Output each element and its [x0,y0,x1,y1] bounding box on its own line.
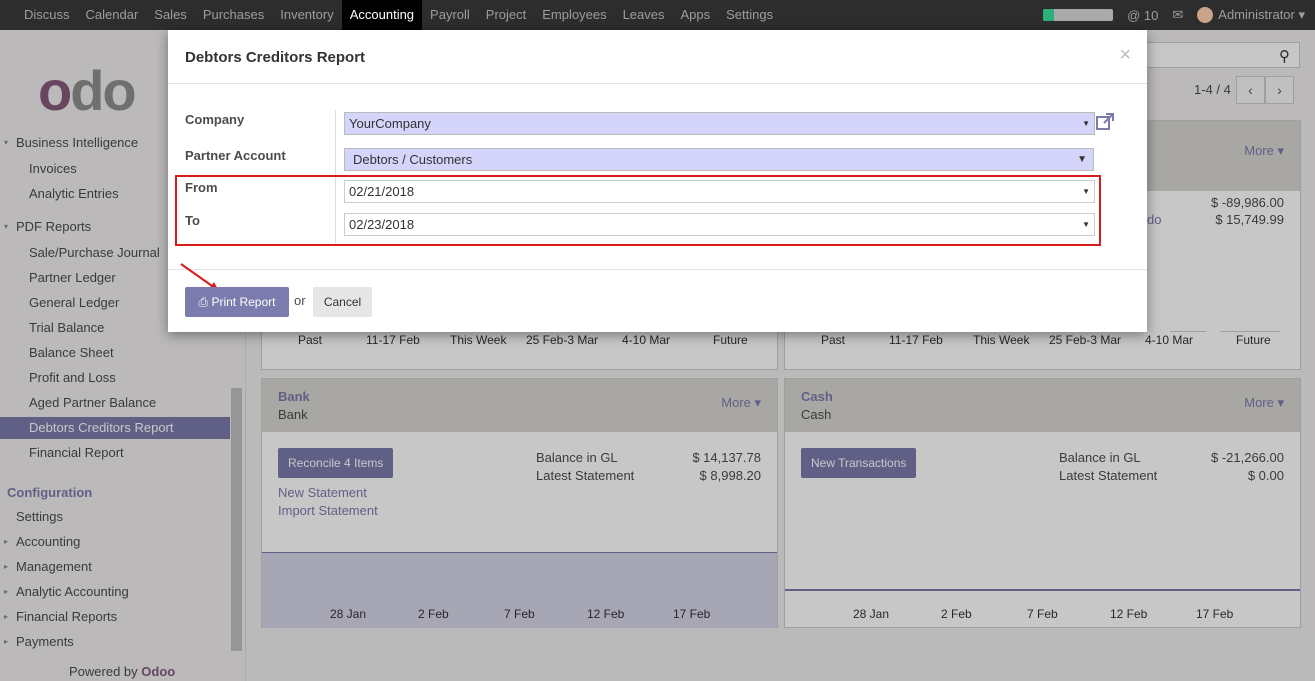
print-report-label: Print Report [211,295,276,309]
or-text: or [294,293,306,308]
chat-icon[interactable]: ✉ [1172,7,1183,23]
divider [168,83,1147,84]
progress-bar [1043,9,1114,21]
partner-account-value: Debtors / Customers [353,152,473,167]
debtors-creditors-dialog: Debtors Creditors Report × Company YourC… [168,30,1147,332]
caret-down-icon: ▼ [1082,187,1090,196]
partner-account-label: Partner Account [185,148,286,163]
close-icon[interactable]: × [1119,44,1131,67]
menu-settings[interactable]: Settings [718,0,781,30]
from-label: From [185,180,218,195]
menu-discuss[interactable]: Discuss [16,0,78,30]
user-name: Administrator [1218,6,1295,22]
avatar [1197,7,1214,24]
to-date-input[interactable]: 02/23/2018 ▼ [344,213,1095,236]
menu-inventory[interactable]: Inventory [272,0,341,30]
caret-down-icon: ▼ [1077,154,1087,165]
menu-payroll[interactable]: Payroll [422,0,478,30]
to-date-value: 02/23/2018 [349,217,415,232]
caret-down-icon: ▼ [1082,220,1090,229]
menu-leaves[interactable]: Leaves [615,0,673,30]
menu-calendar[interactable]: Calendar [78,0,147,30]
mentions-counter[interactable]: @ 10 [1127,8,1158,23]
external-link-icon[interactable] [1095,112,1115,132]
company-label: Company [185,112,245,127]
menu-purchases[interactable]: Purchases [195,0,272,30]
cancel-button[interactable]: Cancel [313,287,372,317]
menu-apps[interactable]: Apps [673,0,719,30]
caret-down-icon: ▼ [1082,119,1090,128]
divider [168,269,1147,270]
company-select[interactable]: YourCompany ▼ [344,112,1095,135]
dialog-title: Debtors Creditors Report [185,49,366,66]
menu-sales[interactable]: Sales [146,0,195,30]
menu-accounting[interactable]: Accounting [341,0,423,30]
partner-account-select[interactable]: Debtors / Customers ▼ [344,148,1094,171]
app-menu: Discuss Calendar Sales Purchases Invento… [16,0,781,30]
to-label: To [185,213,200,228]
menu-project[interactable]: Project [478,0,534,30]
systray: @ 10 ✉ Administrator ▾ [1043,0,1305,30]
company-value: YourCompany [349,116,431,131]
menu-employees[interactable]: Employees [534,0,614,30]
print-report-button[interactable]: ⎙ Print Report [185,287,289,317]
printer-icon: ⎙ [198,295,209,309]
user-menu[interactable]: Administrator ▾ [1197,7,1305,24]
from-date-input[interactable]: 02/21/2018 ▼ [344,180,1095,203]
from-date-value: 02/21/2018 [349,184,415,199]
top-navbar: Discuss Calendar Sales Purchases Invento… [0,0,1315,30]
